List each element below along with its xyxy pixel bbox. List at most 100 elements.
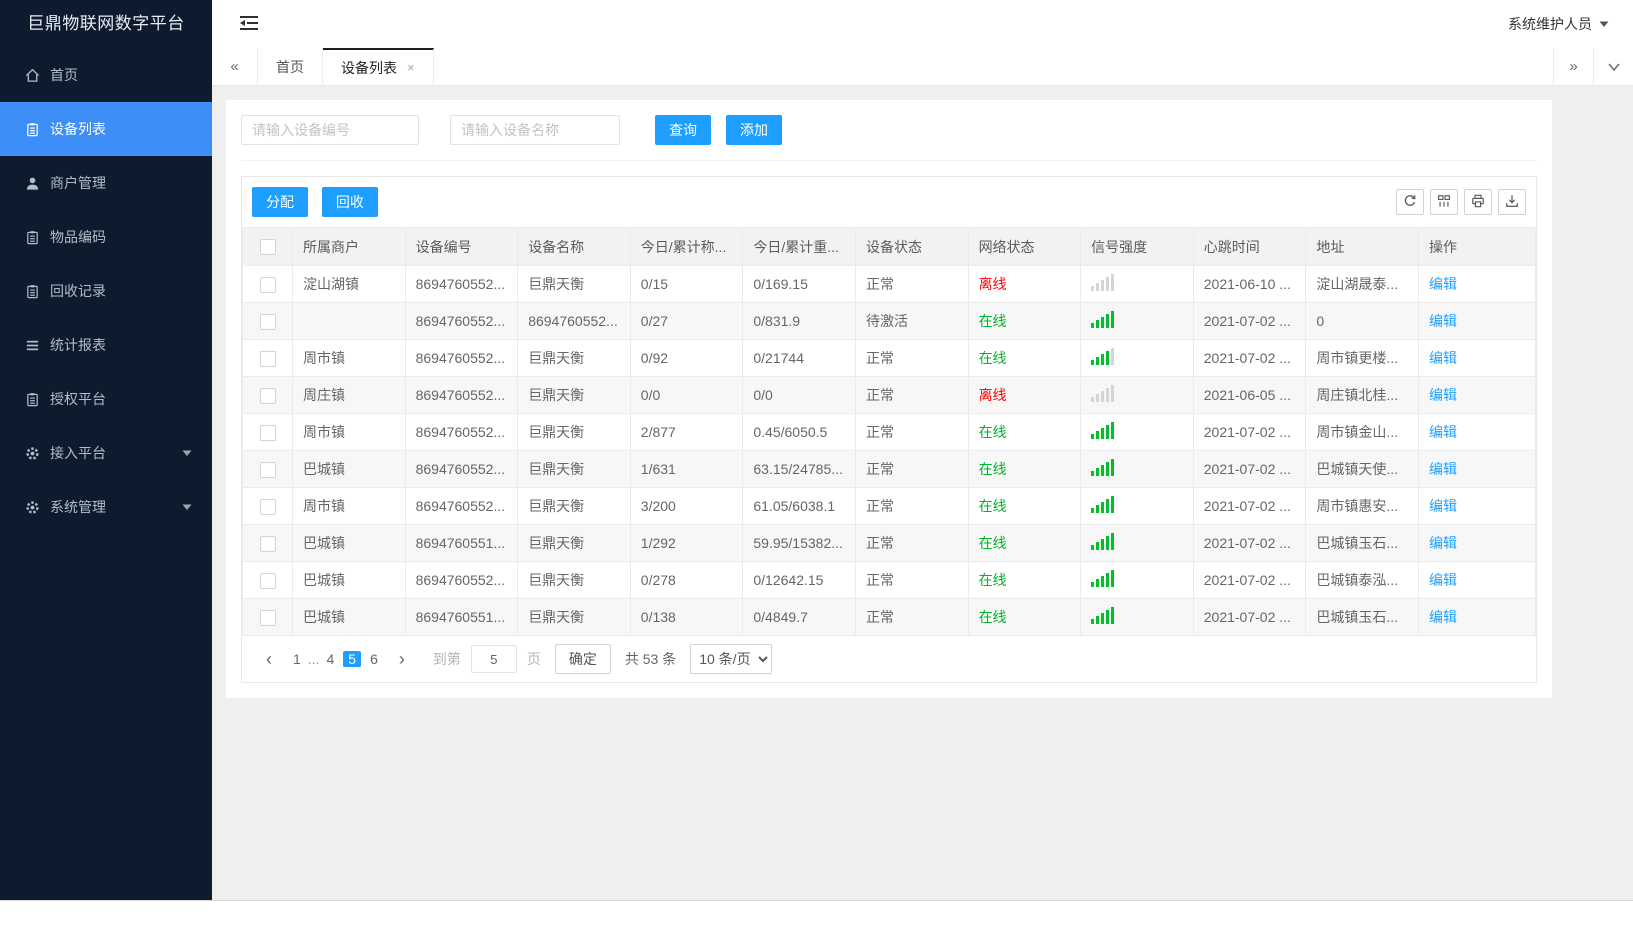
cell-signal-strength (1080, 487, 1194, 525)
pagination: ‹ 1...456 › 到第 页 确定 共 53 条 10 条/页 (242, 636, 1536, 682)
cell-today-total-count: 0/138 (629, 598, 744, 636)
sidebar-item-stats-report[interactable]: 统计报表 (0, 318, 212, 372)
tab-device-list[interactable]: 设备列表 × (323, 48, 434, 85)
cell-heartbeat-time: 2021-07-02 ... (1192, 450, 1307, 488)
page-number-1[interactable]: 1 (288, 651, 306, 667)
cell-signal-strength (1080, 524, 1194, 562)
cell-signal-strength (1080, 450, 1194, 488)
cell-action: 编辑 (1418, 339, 1536, 377)
query-button[interactable]: 查询 (655, 115, 711, 145)
cell-today-total-count: 3/200 (629, 487, 744, 525)
device-no-input[interactable] (241, 115, 419, 145)
user-menu[interactable]: 系统维护人员 (1508, 14, 1609, 34)
sidebar-item-recycle-record[interactable]: 回收记录 (0, 264, 212, 318)
row-checkbox[interactable] (259, 313, 276, 330)
column-header: 网络状态 (967, 227, 1082, 266)
device-table: 所属商户 设备编号 设备名称 今日/累计称... 今日/累计重... 设备状态 网络状态 信号… (242, 227, 1536, 636)
next-page-button[interactable]: › (385, 649, 419, 670)
edit-link[interactable]: 编辑 (1429, 276, 1457, 292)
prev-page-button[interactable]: ‹ (252, 649, 286, 670)
tab-home[interactable]: 首页 (258, 48, 323, 85)
table-row: 巴城镇 8694760551... 巨鼎天衡 0/138 0/4849.7 正常 在线 202… (242, 598, 1536, 636)
cell-action: 编辑 (1418, 376, 1536, 414)
edit-link[interactable]: 编辑 (1429, 461, 1457, 477)
edit-link[interactable]: 编辑 (1429, 498, 1457, 514)
sidebar-item-merchant-mgmt[interactable]: 商户管理 (0, 156, 212, 210)
goto-page-input[interactable] (470, 645, 517, 673)
cell-network-status: 在线 (967, 339, 1082, 377)
signal-bars-icon (1091, 607, 1115, 624)
edit-link[interactable]: 编辑 (1429, 387, 1457, 403)
sidebar-item-label: 系统管理 (50, 499, 106, 515)
column-header: 地址 (1305, 227, 1419, 266)
row-checkbox[interactable] (259, 461, 276, 478)
row-checkbox[interactable] (259, 387, 276, 404)
tabs-scroll-left-button[interactable]: « (212, 48, 258, 85)
edit-link[interactable]: 编辑 (1429, 424, 1457, 440)
device-list-card: 查询 添加 分配 回收 所属商户设备编号设备名称今日/累计称...今日/累计重.… (226, 100, 1552, 698)
cell-merchant: 巴城镇 (292, 524, 406, 562)
sidebar-item-item-code[interactable]: 物品编码 (0, 210, 212, 264)
sidebar-item-label: 回收记录 (50, 283, 106, 299)
doc-icon (24, 121, 40, 137)
goto-confirm-button[interactable]: 确定 (554, 644, 611, 674)
columns-button[interactable] (1430, 189, 1458, 215)
device-name-input[interactable] (450, 115, 620, 145)
row-checkbox[interactable] (259, 276, 276, 293)
sidebar-menu: 首页 设备列表 商户管理 物品编码回收记录统计报表 授权平台 接入平台系统管理 (0, 48, 212, 534)
cell-network-status: 在线 (967, 450, 1082, 488)
select-all-checkbox[interactable] (259, 239, 276, 256)
caret-down-icon (1599, 21, 1609, 27)
print-button[interactable] (1464, 189, 1492, 215)
cell-device-no: 8694760552... (404, 339, 519, 377)
close-tab-icon[interactable]: × (407, 60, 415, 75)
cell-heartbeat-time: 2021-07-02 ... (1192, 487, 1307, 525)
edit-link[interactable]: 编辑 (1429, 535, 1457, 551)
gear-icon (24, 499, 40, 515)
sidebar-item-device-list[interactable]: 设备列表 (0, 102, 212, 156)
cell-device-name: 巨鼎天衡 (517, 561, 631, 599)
cell-today-total-weight: 0.45/6050.5 (742, 413, 856, 451)
collapse-sidebar-icon[interactable] (240, 16, 260, 32)
table-toolbar: 分配 回收 (242, 177, 1536, 227)
page-number-6[interactable]: 6 (365, 651, 383, 667)
sidebar-item-home[interactable]: 首页 (0, 48, 212, 102)
add-button[interactable]: 添加 (726, 115, 782, 145)
edit-link[interactable]: 编辑 (1429, 313, 1457, 329)
recycle-button[interactable]: 回收 (321, 187, 378, 217)
content-area: 查询 添加 分配 回收 所属商户设备编号设备名称今日/累计称...今日/累计重.… (212, 86, 1633, 900)
signal-bars-icon (1091, 274, 1115, 291)
sidebar-item-system-mgmt[interactable]: 系统管理 (0, 480, 212, 534)
row-checkbox[interactable] (259, 572, 276, 589)
table-head: 所属商户 设备编号 设备名称 今日/累计称... 今日/累计重... 设备状态 网络状态 信号… (242, 227, 1536, 266)
edit-link[interactable]: 编辑 (1429, 350, 1457, 366)
goto-label: 到第 (432, 651, 461, 667)
page-numbers: 1... 4 5 6 (286, 645, 385, 673)
assign-button[interactable]: 分配 (252, 187, 308, 217)
tabs-scroll-right-button[interactable]: » (1553, 48, 1593, 85)
page-number-5[interactable]: 5 (343, 651, 362, 667)
signal-bars-icon (1091, 533, 1115, 550)
sidebar-item-access-platform[interactable]: 接入平台 (0, 426, 212, 480)
tabs-menu-button[interactable] (1593, 48, 1633, 85)
cell-signal-strength (1080, 339, 1194, 377)
cell-merchant: 巴城镇 (292, 598, 406, 636)
sidebar-item-auth-platform[interactable]: 授权平台 (0, 372, 212, 426)
page-number-4[interactable]: 4 (321, 651, 339, 667)
export-button[interactable] (1498, 189, 1526, 215)
edit-link[interactable]: 编辑 (1429, 609, 1457, 625)
row-checkbox[interactable] (259, 424, 276, 441)
page-size-select[interactable]: 10 条/页 (690, 644, 773, 674)
cell-device-no: 8694760552... (404, 450, 519, 488)
signal-bars-icon (1091, 496, 1115, 513)
cell-today-total-count: 0/278 (629, 561, 744, 599)
row-checkbox[interactable] (259, 350, 276, 367)
cell-today-total-count: 1/631 (629, 450, 744, 488)
edit-link[interactable]: 编辑 (1429, 572, 1457, 588)
row-checkbox[interactable] (259, 609, 276, 626)
cell-address: 巴城镇玉石... (1305, 524, 1419, 562)
row-checkbox[interactable] (259, 535, 276, 552)
search-form: 查询 添加 (241, 115, 1537, 161)
row-checkbox[interactable] (259, 498, 276, 515)
refresh-button[interactable] (1396, 189, 1424, 215)
